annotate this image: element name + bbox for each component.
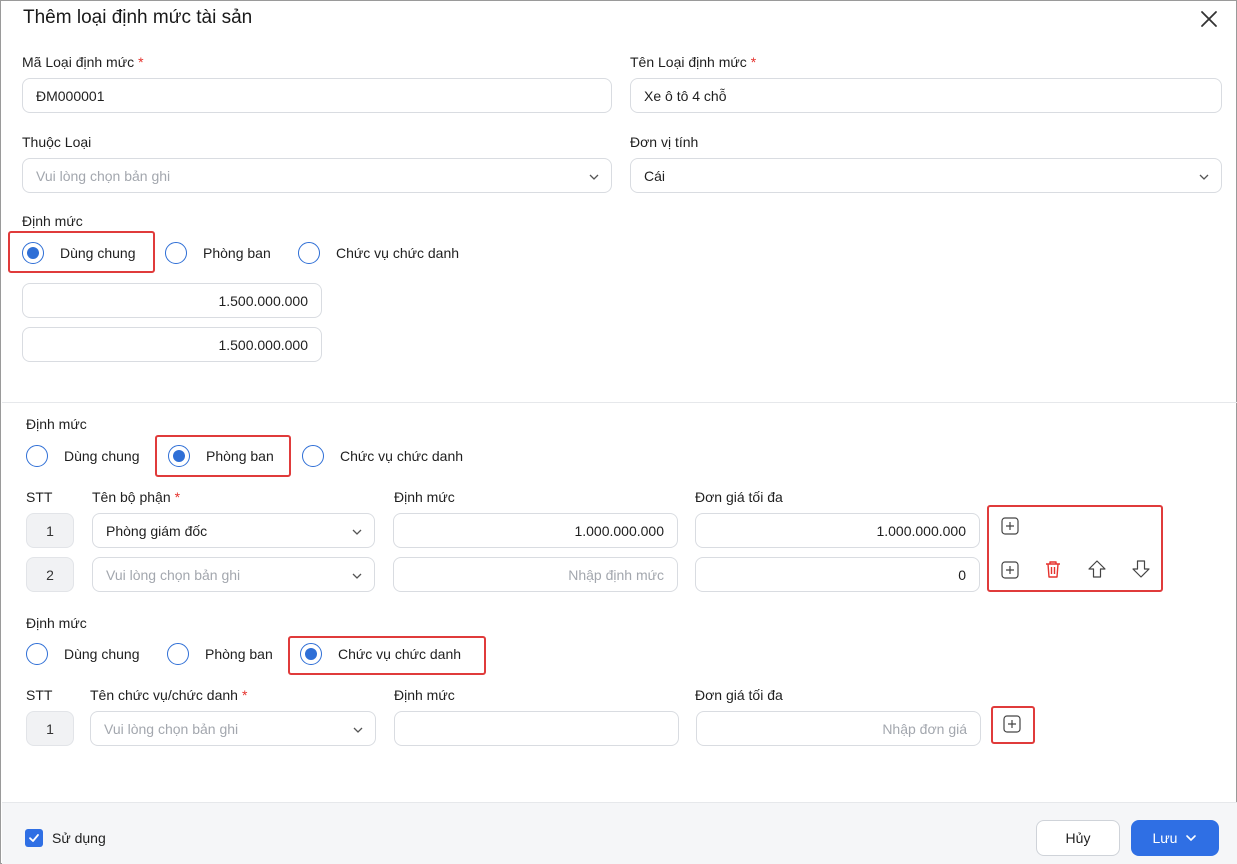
radio-button <box>298 242 320 264</box>
radio-label: Dùng chung <box>60 245 136 261</box>
check-icon <box>29 834 39 842</box>
radio-department[interactable]: Phòng ban <box>168 445 274 467</box>
trash-icon[interactable] <box>1042 558 1064 580</box>
section3-label: Định mức <box>26 615 87 631</box>
row-stt: 1 <box>26 513 74 548</box>
department-select[interactable]: Vui lòng chọn bản ghi <box>92 557 375 592</box>
radio-button <box>26 643 48 665</box>
radio-button <box>168 445 190 467</box>
plus-square-icon[interactable] <box>999 515 1021 537</box>
radio-button <box>302 445 324 467</box>
max-price-input[interactable]: Nhập đơn giá <box>696 711 981 746</box>
radio-position[interactable]: Chức vụ chức danh <box>298 242 459 264</box>
row-stt: 2 <box>26 557 74 592</box>
type-label: Thuộc Loại <box>22 134 92 150</box>
unit-select[interactable]: Cái <box>630 158 1222 193</box>
column-header-stt: STT <box>26 687 53 703</box>
plus-square-icon[interactable] <box>999 559 1021 581</box>
code-input[interactable]: ĐM000001 <box>22 78 612 113</box>
radio-button <box>300 643 322 665</box>
radio-position[interactable]: Chức vụ chức danh <box>300 643 461 665</box>
radio-department[interactable]: Phòng ban <box>165 242 271 264</box>
use-label: Sử dụng <box>52 830 106 846</box>
section1-label: Định mức <box>22 213 83 229</box>
unit-label: Đơn vị tính <box>630 134 699 150</box>
radio-label: Chức vụ chức danh <box>338 646 462 662</box>
radio-common[interactable]: Dùng chung <box>22 242 136 264</box>
type-select[interactable]: Vui lòng chọn bản ghi <box>22 158 612 193</box>
column-header-stt: STT <box>26 489 53 505</box>
quota-input[interactable]: 1.000.000.000 <box>393 513 678 548</box>
row-stt: 1 <box>26 711 74 746</box>
radio-department[interactable]: Phòng ban <box>167 643 273 665</box>
arrow-up-icon[interactable] <box>1086 558 1108 580</box>
code-label: Mã Loại định mức * <box>22 54 144 70</box>
radio-button <box>165 242 187 264</box>
position-select[interactable]: Vui lòng chọn bản ghi <box>90 711 376 746</box>
radio-position[interactable]: Chức vụ chức danh <box>302 445 463 467</box>
add-quota-type-dialog: Thêm loại định mức tài sản Mã Loại định … <box>0 0 1237 864</box>
common-quota-input[interactable]: 1.500.000.000 <box>22 283 322 318</box>
radio-button <box>22 242 44 264</box>
chevron-down-icon <box>352 529 362 535</box>
quota-input[interactable]: Nhập định mức <box>393 557 678 592</box>
column-header-quota: Định mức <box>394 687 455 703</box>
chevron-down-icon <box>1199 174 1209 180</box>
radio-label: Phòng ban <box>205 646 273 662</box>
name-label: Tên Loại định mức * <box>630 54 757 70</box>
quota-input[interactable] <box>394 711 679 746</box>
chevron-down-icon <box>352 573 362 579</box>
plus-square-icon[interactable] <box>1001 713 1023 735</box>
arrow-down-icon[interactable] <box>1130 558 1152 580</box>
save-button[interactable]: Lưu <box>1131 820 1219 856</box>
column-header-max-price: Đơn giá tối đa <box>695 687 783 703</box>
radio-common[interactable]: Dùng chung <box>26 445 140 467</box>
chevron-down-icon <box>353 727 363 733</box>
radio-label: Phòng ban <box>206 448 274 464</box>
radio-label: Phòng ban <box>203 245 271 261</box>
radio-label: Dùng chung <box>64 646 140 662</box>
column-header-max-price: Đơn giá tối đa <box>695 489 783 505</box>
name-input[interactable]: Xe ô tô 4 chỗ <box>630 78 1222 113</box>
radio-button <box>26 445 48 467</box>
common-max-price-input[interactable]: 1.500.000.000 <box>22 327 322 362</box>
radio-label: Dùng chung <box>64 448 140 464</box>
column-header-name: Tên bộ phận * <box>92 489 181 505</box>
divider <box>2 402 1237 403</box>
max-price-input[interactable]: 0 <box>695 557 980 592</box>
chevron-down-icon[interactable] <box>1185 832 1197 844</box>
radio-common[interactable]: Dùng chung <box>26 643 140 665</box>
radio-label: Chức vụ chức danh <box>340 448 464 464</box>
dialog-title: Thêm loại định mức tài sản <box>23 7 253 28</box>
department-select[interactable]: Phòng giám đốc <box>92 513 375 548</box>
max-price-input[interactable]: 1.000.000.000 <box>695 513 980 548</box>
use-checkbox[interactable] <box>25 829 43 847</box>
radio-label: Chức vụ chức danh <box>336 245 460 261</box>
radio-button <box>167 643 189 665</box>
column-header-quota: Định mức <box>394 489 455 505</box>
section2-label: Định mức <box>26 416 87 432</box>
chevron-down-icon <box>589 174 599 180</box>
save-button-label: Lưu <box>1152 830 1178 846</box>
column-header-name: Tên chức vụ/chức danh * <box>90 687 248 703</box>
close-icon[interactable] <box>1197 7 1221 31</box>
cancel-button[interactable]: Hủy <box>1036 820 1120 856</box>
